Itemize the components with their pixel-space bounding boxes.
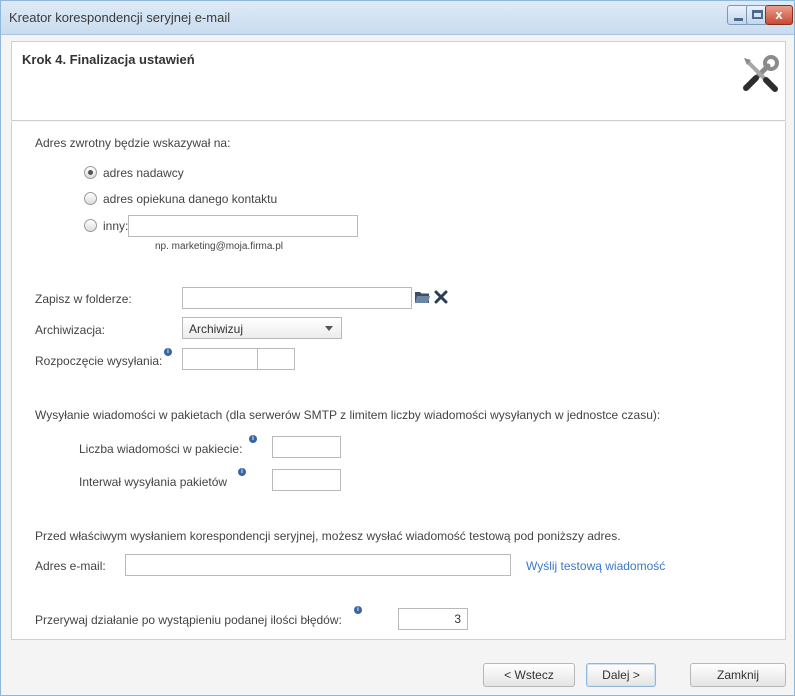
next-button[interactable]: Dalej > — [586, 663, 656, 687]
x-icon[interactable] — [434, 290, 448, 304]
close-button[interactable]: Zamknij — [690, 663, 786, 687]
other-address-input[interactable] — [128, 215, 358, 237]
batches-label: Wysyłanie wiadomości w pakietach (dla se… — [35, 408, 661, 422]
radio-other-address[interactable] — [84, 219, 97, 232]
settings-panel: Adres zwrotny będzie wskazywał na: adres… — [11, 122, 786, 640]
minimize-icon — [734, 18, 743, 21]
step-header: Krok 4. Finalizacja ustawień — [11, 41, 786, 121]
reply-address-label: Adres zwrotny będzie wskazywał na: — [35, 136, 231, 150]
window-title: Kreator korespondencji seryjnej e-mail — [9, 10, 231, 25]
start-sending-label: Rozpoczęcie wysyłania: — [35, 354, 163, 368]
radio-other-address-label[interactable]: inny: — [103, 219, 128, 233]
batch-count-input[interactable] — [272, 436, 341, 458]
maximize-icon — [752, 10, 763, 19]
send-test-message-link[interactable]: Wyślij testową wiadomość — [526, 559, 665, 573]
close-window-button[interactable]: x — [765, 5, 793, 25]
archive-select[interactable]: Archiwizuj — [182, 317, 342, 339]
test-email-input[interactable] — [125, 554, 511, 576]
archive-select-value: Archiwizuj — [189, 322, 244, 336]
tools-icon — [743, 55, 779, 92]
radio-contact-owner-address-label[interactable]: adres opiekuna danego kontaktu — [103, 192, 277, 206]
back-button[interactable]: < Wstecz — [483, 663, 575, 687]
wizard-window: Kreator korespondencji seryjnej e-mail x… — [0, 0, 795, 696]
info-icon[interactable]: i — [164, 348, 172, 356]
radio-sender-address-label[interactable]: adres nadawcy — [103, 166, 184, 180]
folder-icon[interactable] — [414, 290, 430, 304]
page-title: Krok 4. Finalizacja ustawień — [22, 52, 195, 67]
save-folder-input[interactable] — [182, 287, 412, 309]
info-icon[interactable]: i — [354, 606, 362, 614]
error-limit-input[interactable] — [398, 608, 468, 630]
test-email-label: Adres e-mail: — [35, 559, 106, 573]
radio-contact-owner-address[interactable] — [84, 192, 97, 205]
batch-count-label: Liczba wiadomości w pakiecie: — [79, 442, 243, 456]
start-date-input[interactable] — [182, 348, 258, 370]
archive-label: Archiwizacja: — [35, 323, 106, 337]
radio-sender-address[interactable] — [84, 166, 97, 179]
chevron-down-icon — [325, 326, 333, 331]
save-folder-label: Zapisz w folderze: — [35, 292, 132, 306]
test-description: Przed właściwym wysłaniem korespondencji… — [35, 529, 621, 543]
batch-interval-input[interactable] — [272, 469, 341, 491]
start-time-input[interactable] — [257, 348, 295, 370]
info-icon[interactable]: i — [238, 468, 246, 476]
error-limit-label: Przerywaj działanie po wystąpieniu podan… — [35, 613, 342, 627]
other-address-hint: np. marketing@moja.firma.pl — [155, 241, 283, 252]
close-icon: x — [775, 7, 783, 22]
title-bar[interactable]: Kreator korespondencji seryjnej e-mail x — [1, 1, 794, 35]
info-icon[interactable]: i — [249, 435, 257, 443]
batch-interval-label: Interwał wysyłania pakietów — [79, 475, 228, 489]
